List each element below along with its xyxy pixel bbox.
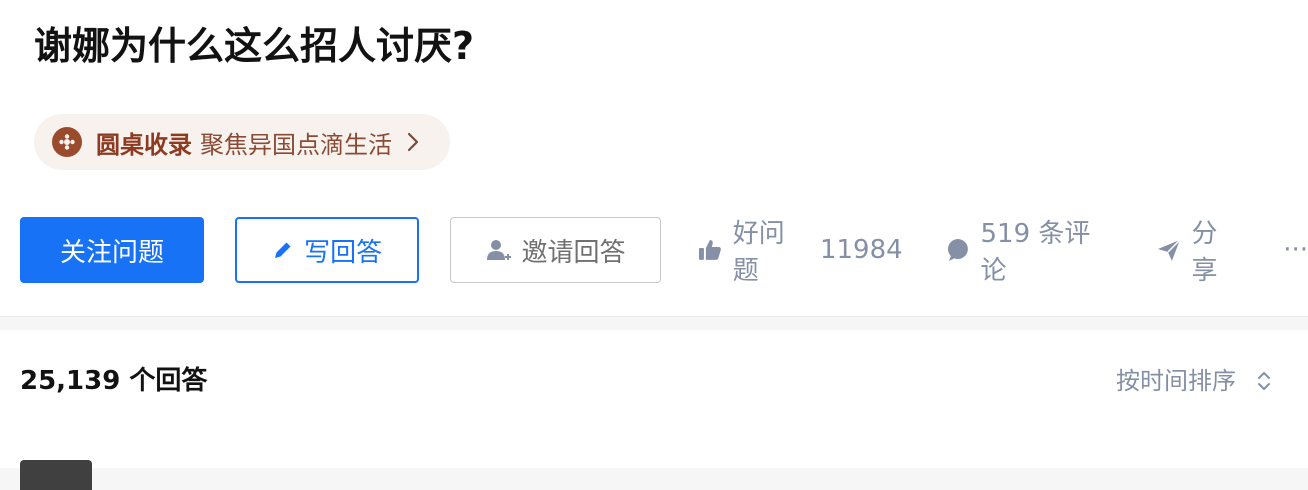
sort-updown-icon	[1258, 372, 1270, 390]
roundtable-topic: 聚焦异国点滴生活	[200, 130, 392, 159]
question-title: 谢娜为什么这么招人讨厌?	[34, 24, 475, 68]
sort-label: 按时间排序	[1116, 367, 1236, 395]
paper-plane-icon	[1157, 239, 1181, 261]
good-question-count: 11984	[819, 235, 903, 265]
comment-icon	[947, 239, 968, 261]
pencil-icon	[275, 242, 291, 258]
roundtable-name: 圆桌收录	[96, 130, 192, 159]
answer-count: 25,139 个回答	[20, 366, 208, 396]
share-button[interactable]: 分享	[1156, 213, 1244, 287]
follow-question-button[interactable]: 关注问题	[20, 217, 205, 283]
follow-question-label: 关注问题	[60, 237, 165, 268]
question-header: 谢娜为什么这么招人讨厌? 圆桌收录 聚焦异国点滴生活 关注问题 写回答 邀请回答…	[0, 0, 1308, 317]
write-answer-label: 写回答	[304, 237, 383, 268]
invite-answer-label: 邀请回答	[521, 237, 626, 268]
thumbs-up-icon	[698, 240, 721, 260]
share-label: 分享	[1191, 219, 1218, 286]
answers-section: 25,139 个回答 按时间排序	[0, 330, 1308, 490]
avatar[interactable]	[20, 460, 92, 490]
good-question-button[interactable]: 好问题 11984	[697, 213, 903, 287]
comments-button[interactable]: 519 条评论	[945, 213, 1116, 287]
write-answer-button[interactable]: 写回答	[235, 217, 420, 283]
invite-answer-button[interactable]: 邀请回答	[450, 217, 661, 283]
roundtable-icon	[52, 127, 82, 157]
chevron-right-icon	[406, 129, 426, 155]
good-question-label: 好问题	[732, 219, 785, 286]
add-user-icon	[486, 240, 511, 260]
sort-toggle[interactable]: 按时间排序	[1116, 360, 1272, 402]
roundtable-badge[interactable]: 圆桌收录 聚焦异国点滴生活	[34, 114, 450, 170]
comments-label: 519 条评论	[980, 219, 1091, 286]
question-actions: 关注问题 写回答 邀请回答 好问题 11984 519 条评论 分享 ···	[20, 213, 1308, 287]
more-options-button[interactable]: ···	[1283, 235, 1308, 265]
